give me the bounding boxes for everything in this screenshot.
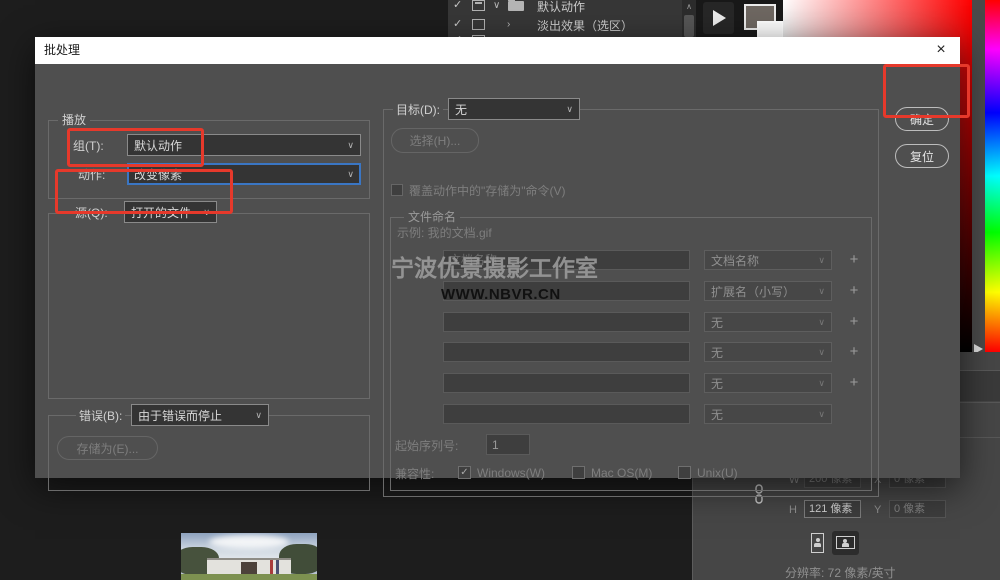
close-icon[interactable]: × [932, 37, 950, 64]
naming-input-6[interactable] [443, 404, 690, 424]
windows-checkbox[interactable]: ✓ [458, 466, 471, 479]
naming-input-3[interactable] [443, 312, 690, 332]
action-row-fade-effect[interactable]: ✓ › 淡出效果（选区） [448, 15, 682, 33]
chevron-down-icon: ∨ [818, 255, 825, 266]
unix-label: Unix(U) [697, 465, 738, 481]
errors-label: 错误(B): [76, 404, 125, 426]
chevron-down-icon: ∨ [347, 140, 354, 151]
landscape-orientation-button[interactable] [832, 531, 859, 555]
height-field[interactable]: 121 像素 [804, 500, 861, 518]
scrollbar-thumb[interactable] [684, 15, 694, 37]
choose-button[interactable]: 选择(H)... [391, 128, 479, 153]
chevron-down-icon: ∨ [818, 347, 825, 358]
dialog-title: 批处理 [44, 37, 80, 64]
naming-dropdown-1[interactable]: 文档名称∨ [704, 250, 832, 270]
dialog-toggle-icon[interactable] [472, 19, 485, 30]
chevron-right-icon[interactable]: › [507, 18, 510, 31]
y-field[interactable]: 0 像素 [889, 500, 946, 518]
naming-input-5[interactable] [443, 373, 690, 393]
watermark-studio-text: 宁波优景摄影工作室 [391, 249, 598, 283]
file-naming-label: 文件命名 [404, 210, 460, 224]
action-row-default-actions[interactable]: ✓ ∨ 默认动作 [448, 0, 682, 14]
save-as-button[interactable]: 存储为(E)... [57, 436, 158, 460]
y-label: Y [874, 504, 881, 516]
plus-icon[interactable]: + [846, 312, 862, 332]
portrait-orientation-button[interactable] [810, 533, 825, 554]
reset-button[interactable]: 复位 [895, 144, 949, 168]
macos-checkbox[interactable]: ✓ [572, 466, 585, 479]
resolution-readout: 分辨率: 72 像素/英寸 [785, 564, 896, 580]
plus-icon[interactable]: + [846, 342, 862, 362]
screen: ✓ ∨ 默认动作 ✓ › 淡出效果（选区） ✓ ∧ [0, 0, 1000, 580]
play-icon [713, 10, 726, 26]
play-group-label: 播放 [58, 113, 90, 127]
play-action-button[interactable] [703, 2, 734, 34]
errors-dropdown[interactable]: 由于错误而停止 ∨ [131, 404, 269, 426]
chevron-down-icon: ∨ [566, 104, 573, 115]
plus-icon[interactable]: + [846, 250, 862, 270]
document-thumbnail [181, 533, 317, 580]
serial-number-field[interactable] [486, 434, 530, 455]
chevron-down-icon: ∨ [818, 378, 825, 389]
actions-toolbar [696, 0, 783, 37]
annotation-box-ok [883, 64, 970, 118]
naming-dropdown-4[interactable]: 无∨ [704, 342, 832, 362]
naming-example: 示例: 我的文档.gif [397, 224, 492, 240]
dialog-toggle-icon[interactable] [472, 0, 485, 11]
naming-dropdown-2[interactable]: 扩展名（小写）∨ [704, 281, 832, 301]
plus-icon[interactable]: + [846, 373, 862, 393]
override-save-as-label: 覆盖动作中的"存储为"命令(V) [409, 182, 566, 198]
dialog-titlebar[interactable]: 批处理 × [35, 37, 960, 64]
source-groupbox [48, 213, 370, 399]
color-picker-gap [972, 0, 985, 352]
macos-label: Mac OS(M) [591, 465, 652, 481]
chevron-down-icon: ∨ [818, 409, 825, 420]
plus-icon[interactable]: + [846, 281, 862, 301]
naming-dropdown-6[interactable]: 无∨ [704, 404, 832, 424]
hue-slider-bar[interactable] [985, 0, 1000, 352]
height-label: H [789, 504, 797, 516]
errors-dropdown-value: 由于错误而停止 [138, 407, 222, 424]
actions-scrollbar[interactable]: ∧ [682, 0, 696, 37]
background-color-swatch[interactable] [757, 21, 783, 37]
check-icon[interactable]: ✓ [453, 18, 462, 31]
windows-label: Windows(W) [477, 465, 545, 481]
compatibility-label: 兼容性: [395, 465, 434, 481]
action-label[interactable]: 淡出效果（选区） [537, 17, 633, 34]
portrait-icon [816, 538, 820, 542]
naming-input-4[interactable] [443, 342, 690, 362]
watermark-url-text: WWW.NBVR.CN [441, 286, 561, 303]
chevron-down-icon: ∨ [818, 286, 825, 297]
destination-dropdown-value: 无 [455, 101, 467, 118]
action-set-label[interactable]: 默认动作 [537, 0, 585, 15]
naming-dropdown-3[interactable]: 无∨ [704, 312, 832, 332]
folder-icon [508, 1, 524, 11]
chevron-down-icon: ∨ [818, 317, 825, 328]
annotation-box-source [55, 169, 233, 214]
destination-label: 目标(D): [393, 98, 443, 120]
unix-checkbox[interactable]: ✓ [678, 466, 691, 479]
chevron-down-icon: ∨ [255, 410, 262, 421]
naming-dropdown-5[interactable]: 无∨ [704, 373, 832, 393]
actions-panel: ✓ ∨ 默认动作 ✓ › 淡出效果（选区） ✓ ∧ [448, 0, 783, 37]
scroll-up-icon[interactable]: ∧ [682, 0, 696, 14]
chevron-down-icon[interactable]: ∨ [493, 0, 500, 12]
serial-number-label: 起始序列号: [395, 435, 458, 455]
destination-dropdown[interactable]: 无 ∨ [448, 98, 580, 120]
check-icon[interactable]: ✓ [453, 0, 462, 12]
annotation-box-action [67, 128, 204, 167]
override-save-as-checkbox[interactable]: ✓ [391, 184, 403, 196]
chevron-down-icon: ∨ [347, 169, 354, 180]
